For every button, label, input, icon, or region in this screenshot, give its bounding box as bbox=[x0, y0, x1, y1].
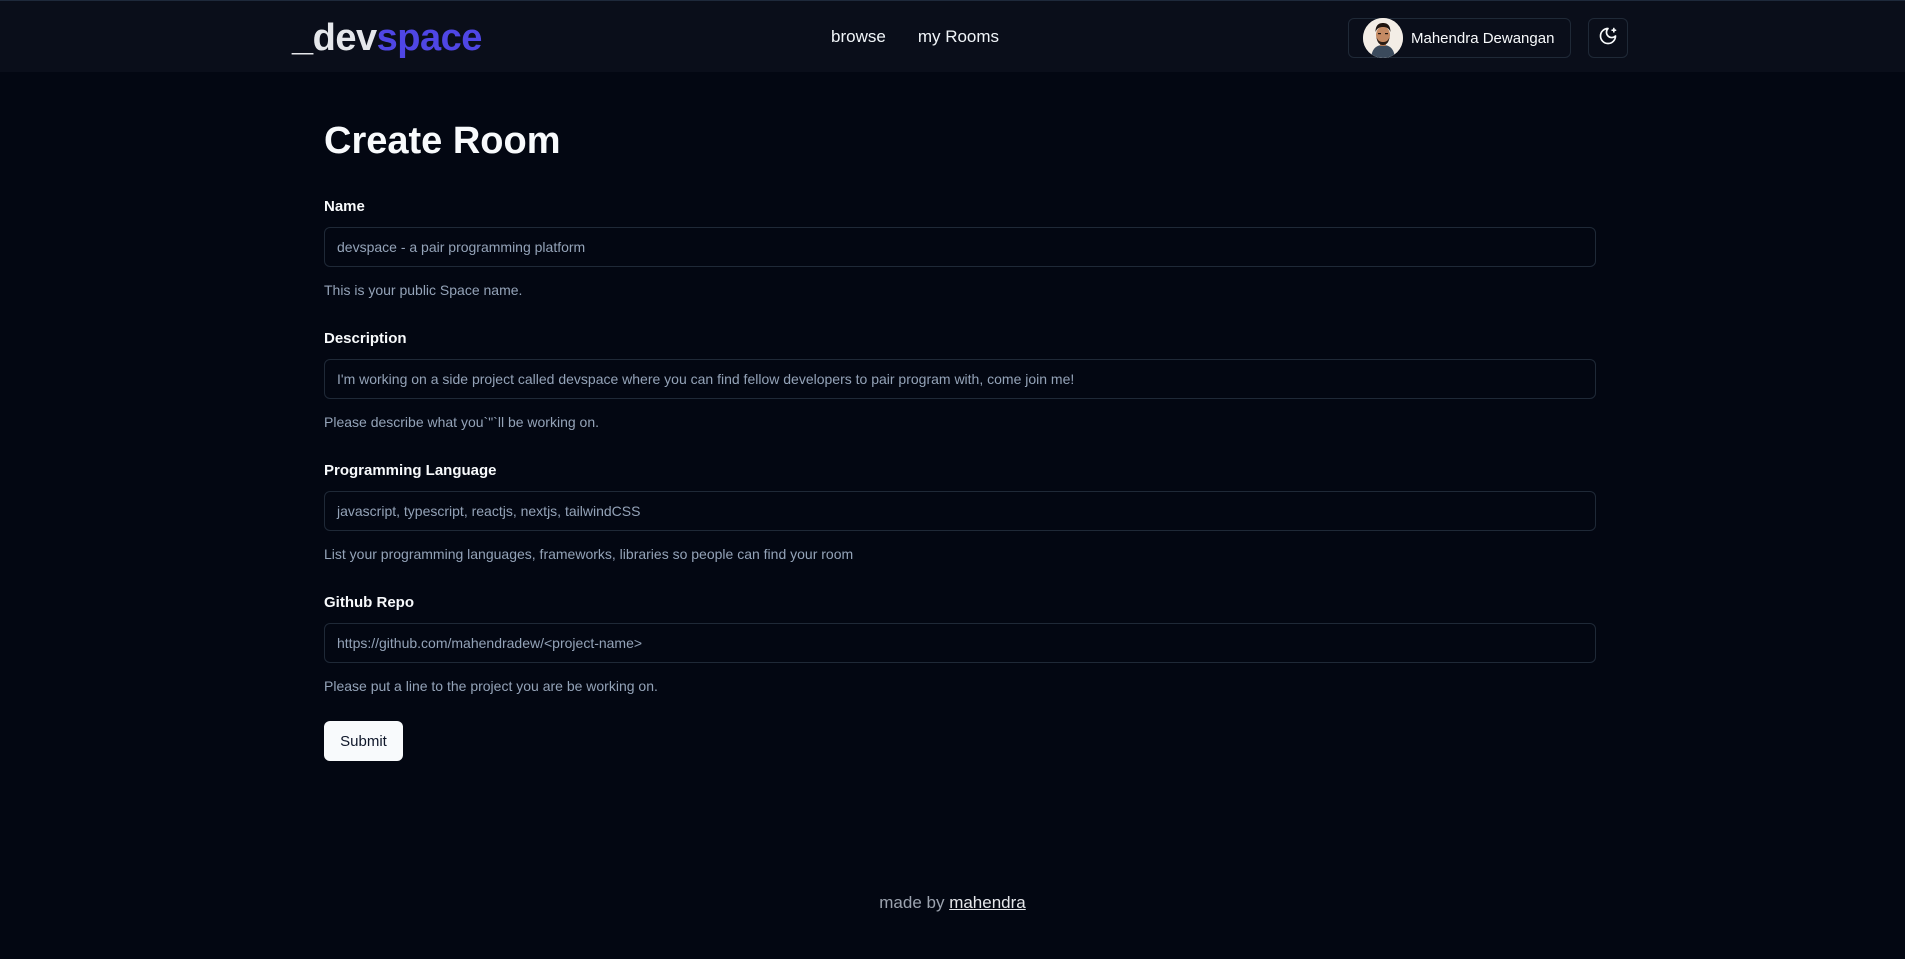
submit-button[interactable]: Submit bbox=[324, 721, 403, 761]
github-input[interactable]: https://github.com/mahendradew/<project-… bbox=[324, 623, 1596, 663]
footer-author-link[interactable]: mahendra bbox=[949, 893, 1026, 912]
name-hint: This is your public Space name. bbox=[324, 282, 523, 298]
name-label: Name bbox=[324, 198, 365, 215]
top-navbar: _devspace browse my Rooms Mahendra Dewan… bbox=[0, 0, 1905, 72]
name-input[interactable]: devspace - a pair programming platform bbox=[324, 227, 1596, 267]
description-input[interactable]: I'm working on a side project called dev… bbox=[324, 359, 1596, 399]
moon-stars-icon bbox=[1598, 26, 1618, 51]
page-title: Create Room bbox=[324, 120, 561, 162]
create-room-main: Create Room Name devspace - a pair progr… bbox=[324, 118, 1596, 761]
github-hint: Please put a line to the project you are… bbox=[324, 678, 658, 694]
footer: made by mahendra bbox=[0, 893, 1905, 913]
description-hint: Please describe what you`"`ll be working… bbox=[324, 414, 599, 430]
user-account-button[interactable]: Mahendra Dewangan bbox=[1348, 18, 1571, 58]
description-label: Description bbox=[324, 330, 407, 347]
main-nav: browse my Rooms bbox=[831, 27, 999, 47]
logo-text-space: space bbox=[376, 17, 483, 59]
github-label: Github Repo bbox=[324, 594, 414, 611]
footer-text: made by bbox=[879, 893, 945, 912]
name-field: Name devspace - a pair programming platf… bbox=[324, 198, 1596, 298]
user-avatar bbox=[1363, 18, 1403, 58]
github-field: Github Repo https://github.com/mahendrad… bbox=[324, 594, 1596, 694]
language-field: Programming Language javascript, typescr… bbox=[324, 462, 1596, 562]
language-label: Programming Language bbox=[324, 462, 497, 479]
language-hint: List your programming languages, framewo… bbox=[324, 546, 854, 562]
user-name: Mahendra Dewangan bbox=[1411, 29, 1555, 47]
theme-toggle-button[interactable] bbox=[1588, 18, 1628, 58]
description-field: Description I'm working on a side projec… bbox=[324, 330, 1596, 430]
nav-my-rooms-link[interactable]: my Rooms bbox=[918, 27, 999, 47]
logo-text-dev: _dev bbox=[292, 17, 377, 59]
language-input[interactable]: javascript, typescript, reactjs, nextjs,… bbox=[324, 491, 1596, 531]
logo[interactable]: _devspace bbox=[292, 17, 482, 59]
nav-browse-link[interactable]: browse bbox=[831, 27, 886, 47]
